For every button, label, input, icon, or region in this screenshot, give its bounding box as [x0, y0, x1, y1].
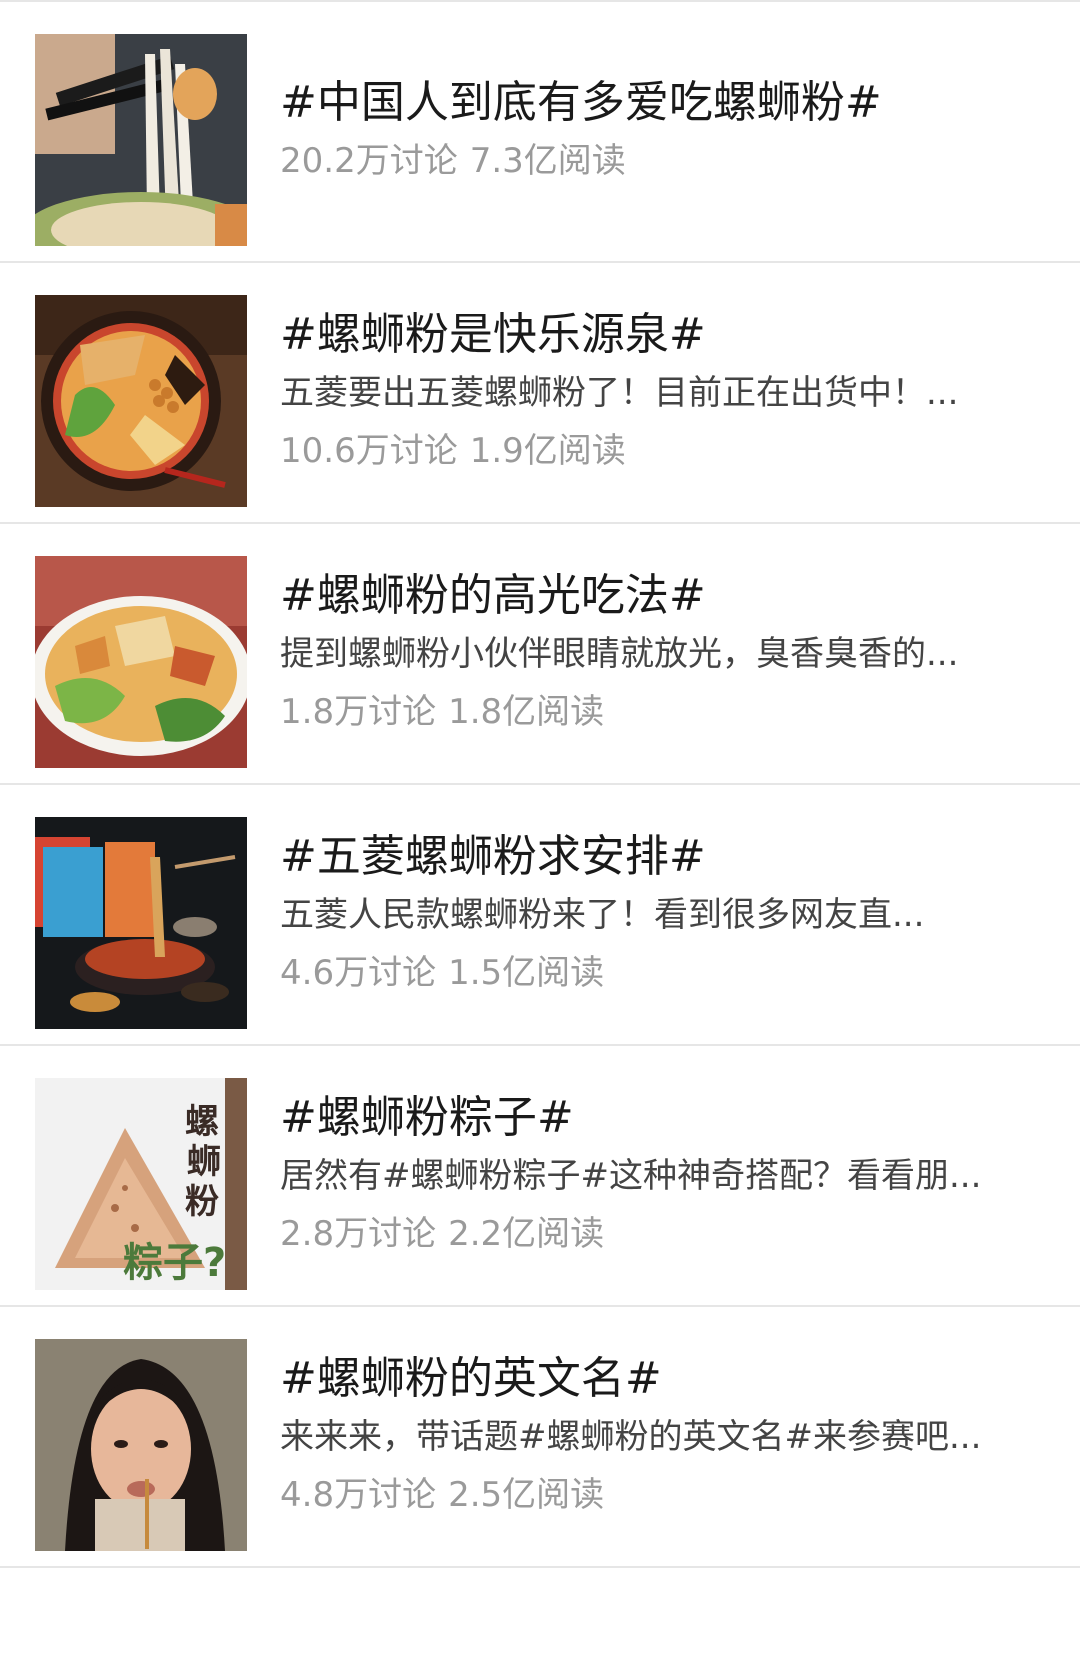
topic-text: #螺蛳粉粽子# 居然有#螺蛳粉粽子#这种神奇搭配？看看朋... 2.8万讨论 2.…: [280, 1046, 1040, 1305]
read-count: 1.8亿阅读: [448, 691, 605, 732]
product-package-photo: [35, 817, 247, 1029]
discussion-count: 20.2万讨论: [280, 140, 458, 181]
topic-row[interactable]: #螺蛳粉是快乐源泉# 五菱要出五菱螺蛳粉了！目前正在出货中！... 10.6万讨…: [0, 263, 1080, 524]
topic-stats: 20.2万讨论 7.3亿阅读: [280, 132, 1040, 190]
topic-row[interactable]: #螺蛳粉的英文名# 来来来，带话题#螺蛳粉的英文名#来参赛吧... 4.8万讨论…: [0, 1307, 1080, 1568]
discussion-count: 1.8万讨论: [280, 691, 437, 732]
topic-description: 居然有#螺蛳粉粽子#这种神奇搭配？看看朋...: [280, 1155, 982, 1196]
topic-row[interactable]: #五菱螺蛳粉求安排# 五菱人民款螺蛳粉来了！看到很多网友直... 4.6万讨论 1…: [0, 785, 1080, 1046]
topic-stats: 10.6万讨论 1.9亿阅读: [280, 422, 1040, 480]
discussion-count: 2.8万讨论: [280, 1213, 437, 1254]
zongzi-label-3: 粉: [185, 1182, 219, 1222]
read-count: 2.5亿阅读: [448, 1474, 605, 1515]
topic-text: #螺蛳粉是快乐源泉# 五菱要出五菱螺蛳粉了！目前正在出货中！... 10.6万讨…: [280, 263, 1040, 522]
noodle-plate-photo: [35, 556, 247, 768]
topic-title[interactable]: #螺蛳粉粽子#: [280, 1089, 1040, 1147]
zongzi-label-2: 蛳: [187, 1142, 221, 1182]
topic-stats: 1.8万讨论 1.8亿阅读: [280, 683, 1040, 741]
read-count: 1.5亿阅读: [448, 952, 605, 993]
discussion-count: 4.8万讨论: [280, 1474, 437, 1515]
topic-title[interactable]: #螺蛳粉是快乐源泉#: [280, 306, 1040, 364]
zongzi-label-1: 螺: [185, 1102, 219, 1142]
zongzi-label-4: 粽子?: [123, 1240, 226, 1286]
discussion-count: 4.6万讨论: [280, 952, 437, 993]
topic-title[interactable]: #中国人到底有多爱吃螺蛳粉#: [280, 74, 1040, 132]
topic-text: #螺蛳粉的高光吃法# 提到螺蛳粉小伙伴眼睛就放光，臭香臭香的... 1.8万讨论…: [280, 524, 1040, 783]
noodle-bowl-photo: [35, 295, 247, 507]
topic-row[interactable]: #中国人到底有多爱吃螺蛳粉# 20.2万讨论 7.3亿阅读: [0, 2, 1080, 263]
read-count: 2.2亿阅读: [448, 1213, 605, 1254]
topic-stats: 2.8万讨论 2.2亿阅读: [280, 1205, 1040, 1263]
topic-text: #五菱螺蛳粉求安排# 五菱人民款螺蛳粉来了！看到很多网友直... 4.6万讨论 1…: [280, 785, 1040, 1044]
topic-text: #螺蛳粉的英文名# 来来来，带话题#螺蛳粉的英文名#来参赛吧... 4.8万讨论…: [280, 1307, 1040, 1566]
read-count: 7.3亿阅读: [469, 140, 626, 181]
topic-title[interactable]: #螺蛳粉的高光吃法#: [280, 567, 1040, 625]
girl-eating-photo: [35, 1339, 247, 1551]
topic-title[interactable]: #五菱螺蛳粉求安排#: [280, 828, 1040, 886]
zongzi-photo: 螺 蛳 粉 粽子?: [35, 1078, 247, 1290]
discussion-count: 10.6万讨论: [280, 430, 458, 471]
topic-text: #中国人到底有多爱吃螺蛳粉# 20.2万讨论 7.3亿阅读: [280, 2, 1040, 261]
topic-description: 五菱要出五菱螺蛳粉了！目前正在出货中！...: [280, 372, 959, 413]
topic-title[interactable]: #螺蛳粉的英文名#: [280, 1350, 1040, 1408]
topic-stats: 4.6万讨论 1.5亿阅读: [280, 944, 1040, 1002]
topic-description: 来来来，带话题#螺蛳粉的英文名#来参赛吧...: [280, 1416, 982, 1457]
topic-row[interactable]: 螺 蛳 粉 粽子? #螺蛳粉粽子# 居然有#螺蛳粉粽子#这种神奇搭配？看看朋..…: [0, 1046, 1080, 1307]
topic-row[interactable]: #螺蛳粉的高光吃法# 提到螺蛳粉小伙伴眼睛就放光，臭香臭香的... 1.8万讨论…: [0, 524, 1080, 785]
read-count: 1.9亿阅读: [469, 430, 626, 471]
topic-description: 提到螺蛳粉小伙伴眼睛就放光，臭香臭香的...: [280, 633, 959, 674]
topic-stats: 4.8万讨论 2.5亿阅读: [280, 1466, 1040, 1524]
noodles-chopsticks-photo: [35, 34, 247, 246]
topic-description: 五菱人民款螺蛳粉来了！看到很多网友直...: [280, 894, 925, 935]
topic-list: #中国人到底有多爱吃螺蛳粉# 20.2万讨论 7.3亿阅读 #螺蛳粉是快乐源泉#…: [0, 0, 1080, 1663]
